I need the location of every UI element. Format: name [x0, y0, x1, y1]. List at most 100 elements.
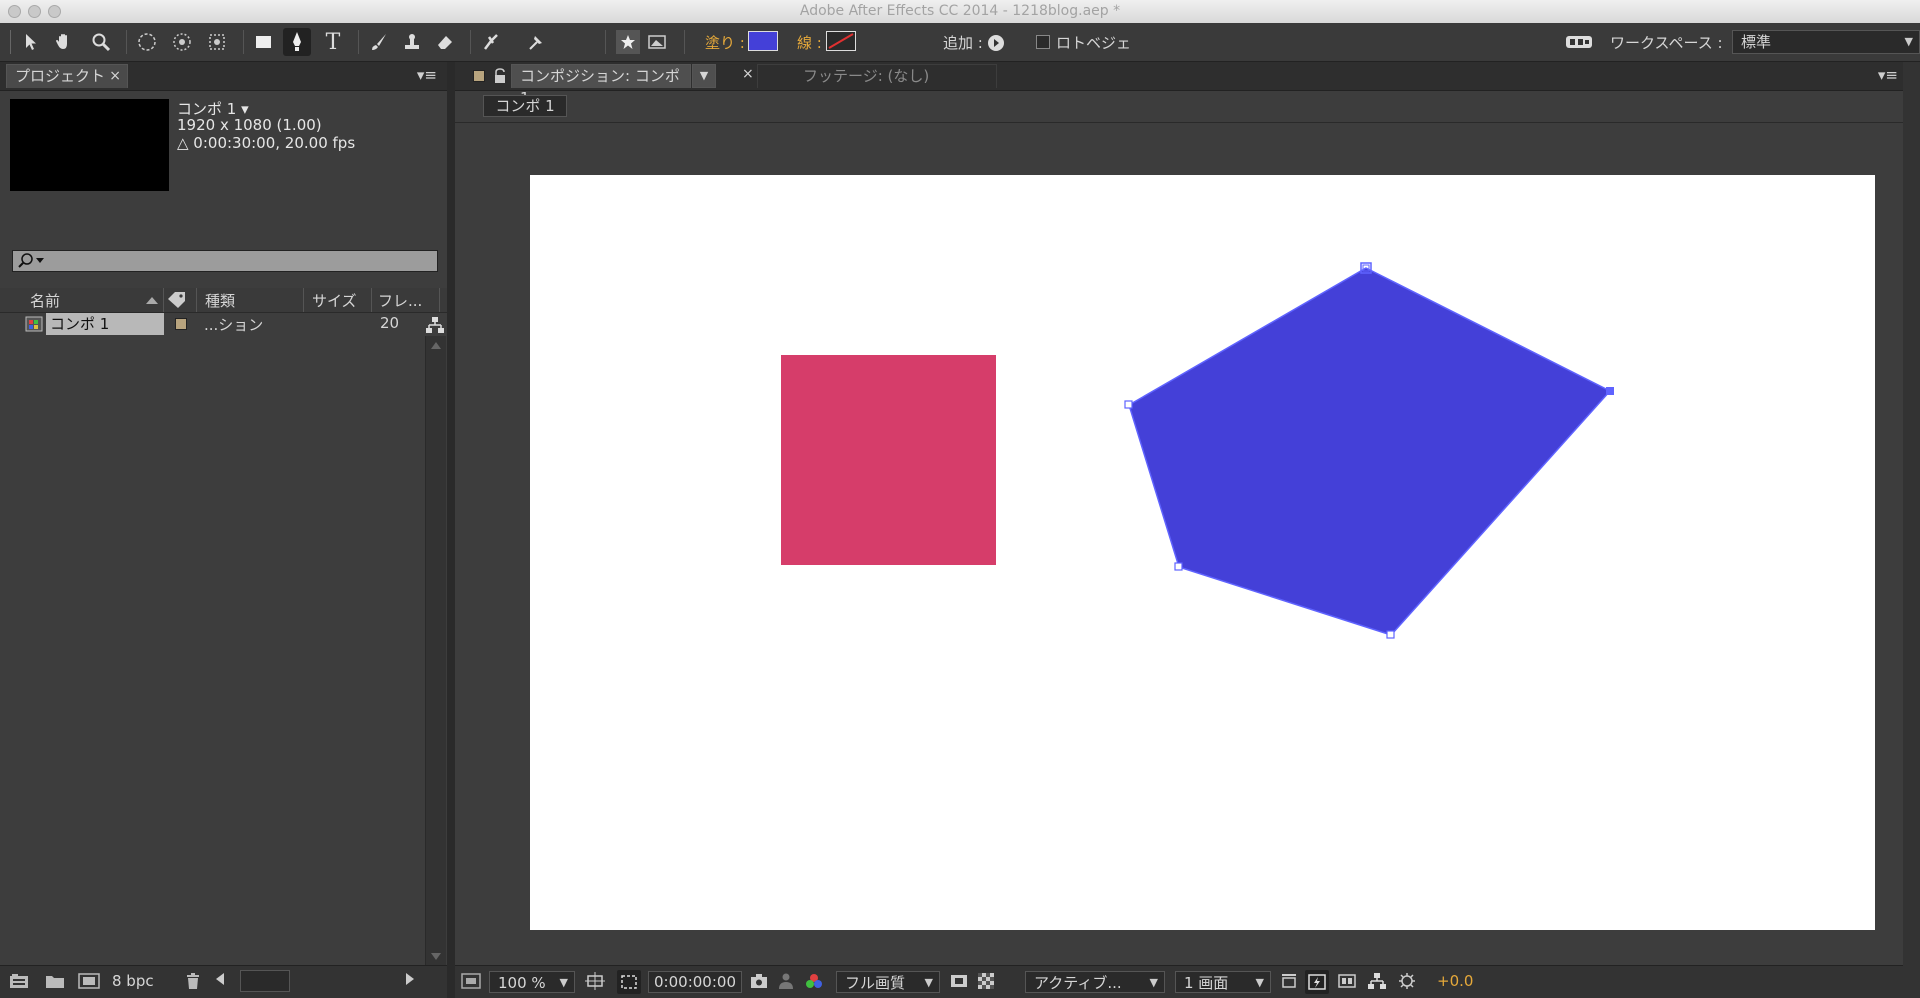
lock-icon[interactable]	[493, 67, 507, 85]
bit-depth-button[interactable]: 8 bpc	[112, 972, 154, 990]
comp-menu-dropdown[interactable]: ▼	[692, 64, 716, 88]
rotobezier-label: ロトベジェ	[1056, 34, 1132, 52]
column-header-frame[interactable]: フレ...	[372, 288, 440, 312]
vertex-handle[interactable]	[1386, 630, 1395, 639]
rotate-tool-icon[interactable]	[133, 28, 161, 56]
trash-icon[interactable]	[184, 972, 202, 994]
comp-flowchart-icon[interactable]	[1367, 972, 1387, 994]
comp-label-color-chip[interactable]	[473, 70, 485, 82]
rectangle-tool-icon[interactable]	[250, 28, 278, 56]
label-color-chip[interactable]	[175, 318, 187, 330]
toolbar-separator	[684, 30, 685, 54]
view-layout-dropdown[interactable]: 1 画面 ▼	[1175, 971, 1271, 993]
comp-scrollbar[interactable]	[1903, 62, 1920, 998]
hand-tool-icon[interactable]	[50, 28, 78, 56]
pan-behind-tool-icon[interactable]	[203, 28, 231, 56]
stroke-color-swatch[interactable]	[826, 31, 856, 51]
scroll-right-icon[interactable]	[406, 973, 414, 985]
pink-rectangle-layer[interactable]	[781, 355, 996, 565]
project-panel: プロジェクト × ▾≡ コンポ 1 ▾ 1920 x 1080 (1.00) △…	[0, 62, 447, 998]
resolution-dropdown[interactable]: フル画質 ▼	[836, 971, 940, 993]
search-input[interactable]	[12, 250, 438, 272]
safe-margins-icon[interactable]	[585, 972, 605, 994]
fill-color-swatch[interactable]	[748, 31, 778, 51]
text-tool-icon[interactable]: T	[319, 28, 347, 56]
tab-composition[interactable]: コンポジション: コンポ 1	[511, 64, 691, 107]
new-folder-icon[interactable]	[44, 972, 66, 994]
tab-project-label: プロジェクト	[15, 67, 106, 85]
tools-panel: T 塗り : 線 : 追加 : ロトベジェ ワークスペース : 標準 ▼	[0, 23, 1920, 62]
item-name[interactable]: コンポ 1	[46, 313, 164, 335]
always-preview-icon[interactable]	[461, 972, 481, 994]
comp-resolution: 1920 x 1080 (1.00)	[177, 116, 322, 134]
close-icon[interactable]: ×	[109, 65, 121, 87]
vertex-handle-selected[interactable]	[1606, 387, 1614, 395]
exposure-value[interactable]: +0.0	[1437, 972, 1473, 990]
scroll-left-icon[interactable]	[216, 973, 224, 985]
column-header-type-label: 種類	[205, 292, 236, 310]
interpret-footage-icon[interactable]	[8, 972, 30, 994]
clone-stamp-tool-icon[interactable]	[398, 28, 426, 56]
comp-thumbnail	[10, 99, 169, 191]
vertex-handle[interactable]	[1174, 562, 1183, 571]
selection-tool-icon[interactable]	[17, 28, 45, 56]
zoom-dropdown[interactable]: 100 % ▼	[489, 971, 575, 993]
scroll-up-icon[interactable]	[431, 342, 441, 349]
add-label: 追加 :	[943, 34, 983, 52]
column-header-name[interactable]: 名前	[22, 288, 164, 312]
view-layout-value: 1 画面	[1184, 974, 1229, 992]
add-vertex-button[interactable]	[988, 35, 1004, 51]
column-header-type[interactable]: 種類	[196, 288, 304, 312]
fast-previews-icon[interactable]	[1305, 970, 1329, 994]
new-composition-icon[interactable]	[78, 972, 100, 994]
zoom-value: 100 %	[498, 974, 546, 992]
show-snapshot-icon[interactable]	[777, 972, 795, 994]
item-fps: 20	[380, 314, 400, 332]
toggle-mask-visibility-icon[interactable]	[949, 972, 969, 994]
camera-orbit-tool-icon[interactable]	[168, 28, 196, 56]
stroke-label: 線 :	[797, 34, 822, 52]
title-bar: Adobe After Effects CC 2014 - 1218blog.a…	[0, 0, 1920, 24]
workspace-icon[interactable]	[1565, 33, 1593, 51]
channel-rgb-icon[interactable]	[804, 972, 824, 994]
rotobezier-checkbox[interactable]	[1036, 35, 1050, 49]
toolbar-separator	[470, 30, 471, 54]
panel-menu-icon[interactable]: ▾≡	[1878, 66, 1898, 84]
snapshot-camera-icon[interactable]	[749, 972, 769, 994]
transparency-grid-icon[interactable]	[977, 972, 995, 994]
label-tag-icon[interactable]	[166, 291, 188, 309]
vertex-handle[interactable]	[1124, 400, 1133, 409]
tab-footage[interactable]: フッテージ: (なし)	[757, 64, 997, 88]
table-row[interactable]: コンポ 1 ...ション 20	[0, 313, 425, 335]
resolution-value: フル画質	[845, 974, 906, 992]
current-time-display[interactable]: 0:00:00:00	[648, 971, 742, 993]
panel-menu-icon[interactable]: ▾≡	[417, 66, 437, 84]
mask-mode-icon[interactable]	[645, 30, 669, 54]
puppet-pin-tool-icon[interactable]	[523, 28, 551, 56]
panel-divider[interactable]	[447, 62, 455, 998]
zoom-tool-icon[interactable]	[87, 28, 115, 56]
blue-pentagon-layer[interactable]	[1128, 267, 1612, 636]
star-shape-option-icon[interactable]	[616, 30, 640, 54]
toolbar-separator	[243, 30, 244, 54]
region-of-interest-icon[interactable]	[617, 970, 641, 994]
timeline-toggle-icon[interactable]	[1337, 972, 1357, 994]
scroll-down-icon[interactable]	[431, 953, 441, 960]
close-icon[interactable]: ×	[742, 66, 754, 82]
comp-breadcrumb-tab[interactable]: コンポ 1	[483, 95, 567, 117]
toolbar-separator	[358, 30, 359, 54]
pixel-aspect-correction-icon[interactable]	[1280, 972, 1298, 994]
column-header-size[interactable]: サイズ	[304, 288, 372, 312]
workspace-dropdown[interactable]: 標準 ▼	[1732, 30, 1920, 54]
roto-brush-tool-icon[interactable]	[478, 28, 506, 56]
flowchart-icon[interactable]	[425, 316, 445, 334]
horizontal-scroll-thumb[interactable]	[240, 970, 290, 992]
eraser-tool-icon[interactable]	[431, 28, 459, 56]
brush-tool-icon[interactable]	[365, 28, 393, 56]
exposure-reset-icon[interactable]	[1397, 972, 1417, 994]
pen-tool-icon[interactable]	[283, 28, 311, 56]
tab-project[interactable]: プロジェクト ×	[6, 64, 128, 88]
composition-canvas[interactable]	[530, 175, 1875, 930]
camera-view-dropdown[interactable]: アクティブ... ▼	[1025, 971, 1165, 993]
project-scrollbar[interactable]	[425, 336, 446, 966]
